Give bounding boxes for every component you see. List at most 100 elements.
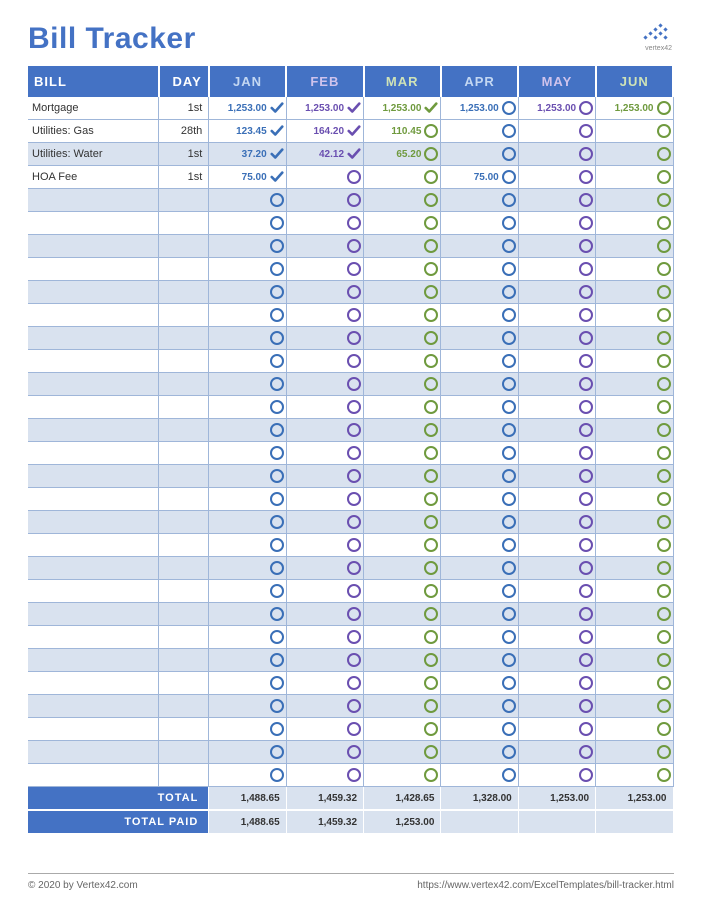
bill-day[interactable] bbox=[159, 488, 209, 511]
month-cell[interactable] bbox=[364, 626, 441, 649]
month-cell[interactable]: 1,253.00 bbox=[209, 97, 286, 120]
month-cell[interactable] bbox=[209, 465, 286, 488]
month-cell[interactable]: 75.00 bbox=[209, 166, 286, 189]
month-cell[interactable] bbox=[441, 120, 518, 143]
month-cell[interactable] bbox=[364, 534, 441, 557]
month-cell[interactable] bbox=[286, 350, 363, 373]
month-cell[interactable] bbox=[518, 764, 595, 787]
month-cell[interactable] bbox=[518, 557, 595, 580]
month-cell[interactable] bbox=[441, 580, 518, 603]
month-cell[interactable] bbox=[286, 626, 363, 649]
bill-name[interactable] bbox=[28, 764, 159, 787]
month-cell[interactable] bbox=[364, 580, 441, 603]
month-cell[interactable] bbox=[441, 281, 518, 304]
bill-name[interactable] bbox=[28, 212, 159, 235]
bill-day[interactable] bbox=[159, 281, 209, 304]
month-cell[interactable] bbox=[286, 764, 363, 787]
month-cell[interactable] bbox=[364, 327, 441, 350]
bill-day[interactable] bbox=[159, 672, 209, 695]
month-cell[interactable] bbox=[518, 672, 595, 695]
month-cell[interactable]: 1,253.00 bbox=[518, 97, 595, 120]
month-cell[interactable] bbox=[596, 764, 673, 787]
bill-name[interactable] bbox=[28, 442, 159, 465]
month-cell[interactable] bbox=[209, 304, 286, 327]
month-cell[interactable] bbox=[209, 350, 286, 373]
month-cell[interactable] bbox=[286, 672, 363, 695]
bill-name[interactable] bbox=[28, 695, 159, 718]
bill-name[interactable] bbox=[28, 672, 159, 695]
month-cell[interactable] bbox=[596, 672, 673, 695]
month-cell[interactable] bbox=[518, 373, 595, 396]
month-cell[interactable] bbox=[209, 235, 286, 258]
bill-day[interactable] bbox=[159, 235, 209, 258]
month-cell[interactable] bbox=[209, 419, 286, 442]
month-cell[interactable] bbox=[441, 603, 518, 626]
month-cell[interactable] bbox=[518, 212, 595, 235]
month-cell[interactable] bbox=[209, 695, 286, 718]
bill-name[interactable] bbox=[28, 718, 159, 741]
month-cell[interactable] bbox=[441, 350, 518, 373]
month-cell[interactable] bbox=[364, 419, 441, 442]
month-cell[interactable] bbox=[364, 718, 441, 741]
month-cell[interactable] bbox=[441, 396, 518, 419]
month-cell[interactable] bbox=[209, 534, 286, 557]
month-cell[interactable]: 1,253.00 bbox=[286, 97, 363, 120]
month-cell[interactable] bbox=[596, 741, 673, 764]
month-cell[interactable] bbox=[518, 741, 595, 764]
month-cell[interactable] bbox=[364, 396, 441, 419]
month-cell[interactable] bbox=[596, 235, 673, 258]
bill-day[interactable] bbox=[159, 258, 209, 281]
month-cell[interactable] bbox=[209, 557, 286, 580]
month-cell[interactable] bbox=[209, 741, 286, 764]
month-cell[interactable] bbox=[441, 258, 518, 281]
month-cell[interactable]: 75.00 bbox=[441, 166, 518, 189]
month-cell[interactable]: 42.12 bbox=[286, 143, 363, 166]
month-cell[interactable] bbox=[364, 557, 441, 580]
bill-day[interactable] bbox=[159, 511, 209, 534]
bill-name[interactable] bbox=[28, 488, 159, 511]
month-cell[interactable]: 37.20 bbox=[209, 143, 286, 166]
month-cell[interactable] bbox=[286, 465, 363, 488]
month-cell[interactable]: 1,253.00 bbox=[441, 97, 518, 120]
bill-day[interactable] bbox=[159, 557, 209, 580]
month-cell[interactable] bbox=[596, 166, 673, 189]
bill-name[interactable] bbox=[28, 304, 159, 327]
bill-name[interactable] bbox=[28, 396, 159, 419]
month-cell[interactable] bbox=[518, 189, 595, 212]
bill-day[interactable] bbox=[159, 419, 209, 442]
month-cell[interactable] bbox=[441, 649, 518, 672]
bill-day[interactable] bbox=[159, 626, 209, 649]
month-cell[interactable] bbox=[596, 258, 673, 281]
month-cell[interactable] bbox=[596, 603, 673, 626]
month-cell[interactable] bbox=[286, 281, 363, 304]
bill-day[interactable] bbox=[159, 603, 209, 626]
month-cell[interactable] bbox=[364, 373, 441, 396]
month-cell[interactable] bbox=[364, 166, 441, 189]
month-cell[interactable] bbox=[209, 442, 286, 465]
month-cell[interactable] bbox=[286, 304, 363, 327]
month-cell[interactable] bbox=[596, 626, 673, 649]
month-cell[interactable] bbox=[441, 442, 518, 465]
month-cell[interactable] bbox=[209, 373, 286, 396]
month-cell[interactable] bbox=[441, 626, 518, 649]
month-cell[interactable]: 123.45 bbox=[209, 120, 286, 143]
month-cell[interactable] bbox=[518, 327, 595, 350]
month-cell[interactable] bbox=[209, 488, 286, 511]
month-cell[interactable] bbox=[286, 718, 363, 741]
bill-name[interactable] bbox=[28, 603, 159, 626]
month-cell[interactable] bbox=[364, 488, 441, 511]
month-cell[interactable] bbox=[518, 120, 595, 143]
month-cell[interactable] bbox=[596, 373, 673, 396]
month-cell[interactable] bbox=[596, 695, 673, 718]
bill-day[interactable] bbox=[159, 373, 209, 396]
month-cell[interactable] bbox=[518, 580, 595, 603]
month-cell[interactable] bbox=[209, 603, 286, 626]
month-cell[interactable] bbox=[596, 511, 673, 534]
month-cell[interactable] bbox=[364, 649, 441, 672]
bill-day[interactable] bbox=[159, 304, 209, 327]
month-cell[interactable] bbox=[596, 465, 673, 488]
month-cell[interactable] bbox=[441, 488, 518, 511]
bill-name[interactable] bbox=[28, 465, 159, 488]
month-cell[interactable] bbox=[286, 189, 363, 212]
bill-day[interactable] bbox=[159, 695, 209, 718]
